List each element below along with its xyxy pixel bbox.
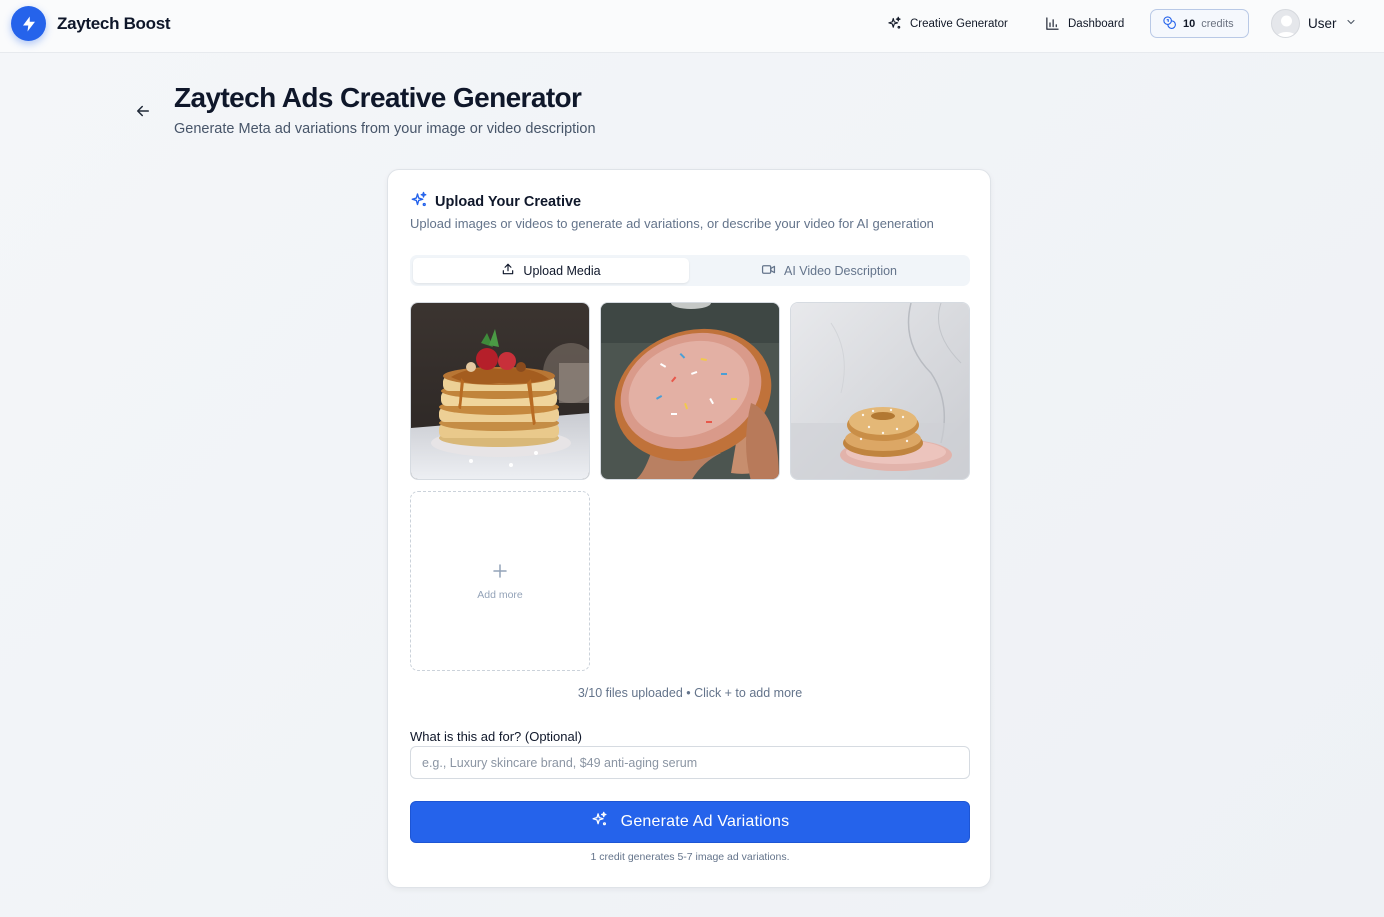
- nav-dashboard[interactable]: Dashboard: [1045, 16, 1124, 31]
- upload-icon: [501, 262, 515, 279]
- page-subtitle: Generate Meta ad variations from your im…: [174, 121, 596, 137]
- tab-upload-media-label: Upload Media: [523, 263, 601, 278]
- sparkles-icon: [887, 16, 902, 31]
- sparkles-icon: [410, 191, 428, 213]
- card-title: Upload Your Creative: [410, 191, 581, 213]
- media-tabs: Upload Media AI Video Description: [410, 255, 970, 286]
- brand-name[interactable]: Zaytech Boost: [57, 14, 171, 34]
- credits-count: 10: [1183, 17, 1196, 30]
- files-upload-status: 3/10 files uploaded • Click + to add mor…: [577, 686, 803, 700]
- generate-ad-variations-button[interactable]: Generate Ad Variations: [410, 801, 970, 843]
- video-camera-icon: [761, 262, 776, 280]
- tab-ai-video-description-label: AI Video Description: [783, 263, 898, 278]
- tab-upload-media[interactable]: Upload Media: [413, 258, 689, 283]
- credits-badge[interactable]: 10 credits: [1150, 9, 1249, 38]
- tab-ai-video-description[interactable]: AI Video Description: [691, 258, 967, 283]
- ad-purpose-input[interactable]: [410, 746, 970, 779]
- plus-icon: [491, 562, 509, 585]
- card-description: Upload images or videos to generate ad v…: [410, 216, 934, 231]
- top-navigation-bar: Zaytech Boost Creative Generator Dashboa…: [0, 0, 1384, 53]
- uploaded-image-sprinkle-donut[interactable]: [600, 302, 780, 480]
- uploaded-image-sugar-donuts[interactable]: [790, 302, 970, 480]
- upload-creative-card: Upload Your Creative Upload images or vi…: [387, 169, 991, 888]
- generate-button-label: Generate Ad Variations: [620, 813, 790, 830]
- nav-dashboard-label: Dashboard: [1068, 17, 1125, 30]
- nav-creative-generator-label: Creative Generator: [910, 17, 1008, 30]
- chevron-down-icon: [1345, 15, 1357, 33]
- sparkles-icon: [591, 811, 608, 833]
- avatar: [1271, 9, 1300, 38]
- add-more-label: Add more: [477, 588, 523, 601]
- logo-bolt-icon[interactable]: [11, 6, 46, 41]
- credit-note: 1 credit generates 5-7 image ad variatio…: [590, 851, 790, 863]
- user-menu[interactable]: User: [1271, 9, 1357, 38]
- add-more-button[interactable]: Add more: [410, 491, 590, 671]
- back-arrow-icon[interactable]: [134, 102, 152, 120]
- ad-purpose-label: What is this ad for? (Optional): [410, 729, 582, 744]
- uploaded-image-pancakes[interactable]: [410, 302, 590, 480]
- credits-label: credits: [1201, 17, 1234, 30]
- bar-chart-icon: [1045, 16, 1060, 31]
- user-name: User: [1308, 16, 1337, 31]
- nav-creative-generator[interactable]: Creative Generator: [887, 16, 1008, 31]
- page-title: Zaytech Ads Creative Generator: [174, 82, 582, 113]
- coins-icon: [1162, 15, 1177, 33]
- card-title-text: Upload Your Creative: [435, 194, 582, 210]
